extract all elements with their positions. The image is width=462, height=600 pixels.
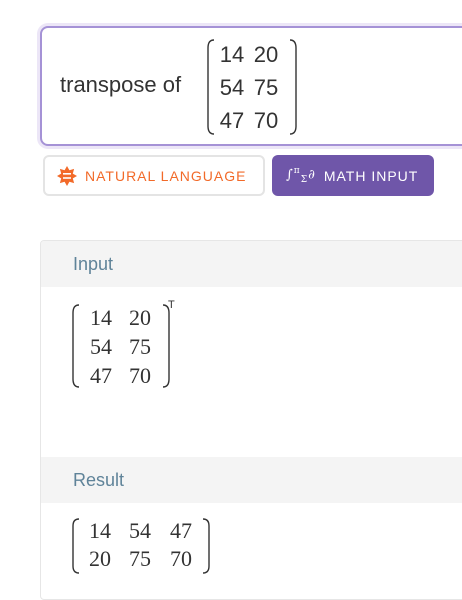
left-paren xyxy=(206,38,216,136)
input-left-paren xyxy=(72,304,80,388)
result-right-paren xyxy=(202,518,210,574)
result-cell-r1c1: 14 xyxy=(89,518,111,543)
result-pod-matrix: 14 54 47 20 75 70 xyxy=(71,517,211,575)
input-cell-r3c2: 70 xyxy=(129,362,151,388)
query-cell-r3c2: 70 xyxy=(253,107,279,133)
result-cell-r2c3: 70 xyxy=(170,546,192,571)
result-cell-r1c2: 54 xyxy=(129,518,151,543)
query-cell-r2c2: 75 xyxy=(253,74,279,100)
query-input[interactable]: transpose of 14 20 54 75 47 70 xyxy=(40,26,462,146)
result-cell-r2c1: 20 xyxy=(89,546,111,571)
natural-language-button[interactable]: NATURAL LANGUAGE xyxy=(43,155,265,196)
query-cell-r1c1: 14 xyxy=(219,41,245,67)
natural-language-label: NATURAL LANGUAGE xyxy=(85,167,247,184)
math-symbols-icon: ∫πΣ∂ xyxy=(286,165,316,185)
math-input-button[interactable]: ∫πΣ∂ MATH INPUT xyxy=(272,155,434,196)
input-pod-matrix: 14 20 54 75 47 70 xyxy=(71,303,171,389)
result-cell-r2c2: 75 xyxy=(129,546,151,571)
input-cell-r1c1: 14 xyxy=(90,304,112,330)
input-cell-r1c2: 20 xyxy=(129,304,151,330)
query-cell-r3c1: 47 xyxy=(219,107,245,133)
right-paren xyxy=(288,38,298,136)
result-pod-header: Result xyxy=(41,457,462,503)
results-panel: Input 14 20 54 75 47 70 T Result 14 54 4… xyxy=(40,240,462,600)
result-cell-r1c3: 47 xyxy=(170,518,192,543)
input-cell-r2c1: 54 xyxy=(90,333,112,359)
input-right-paren xyxy=(162,304,170,388)
input-pod-header: Input xyxy=(41,241,462,287)
result-pod-title: Result xyxy=(73,469,125,490)
input-cell-r3c1: 47 xyxy=(90,362,112,388)
query-text: transpose of xyxy=(60,72,182,97)
input-pod-title: Input xyxy=(73,253,114,274)
query-cell-r2c1: 54 xyxy=(219,74,245,100)
natural-language-icon xyxy=(57,165,77,186)
math-input-label: MATH INPUT xyxy=(323,167,419,184)
query-cell-r1c2: 20 xyxy=(253,41,279,67)
query-matrix: 14 20 54 75 47 70 xyxy=(206,38,298,136)
transpose-superscript: T xyxy=(168,299,175,311)
input-cell-r2c2: 75 xyxy=(129,333,151,359)
result-left-paren xyxy=(72,518,80,574)
